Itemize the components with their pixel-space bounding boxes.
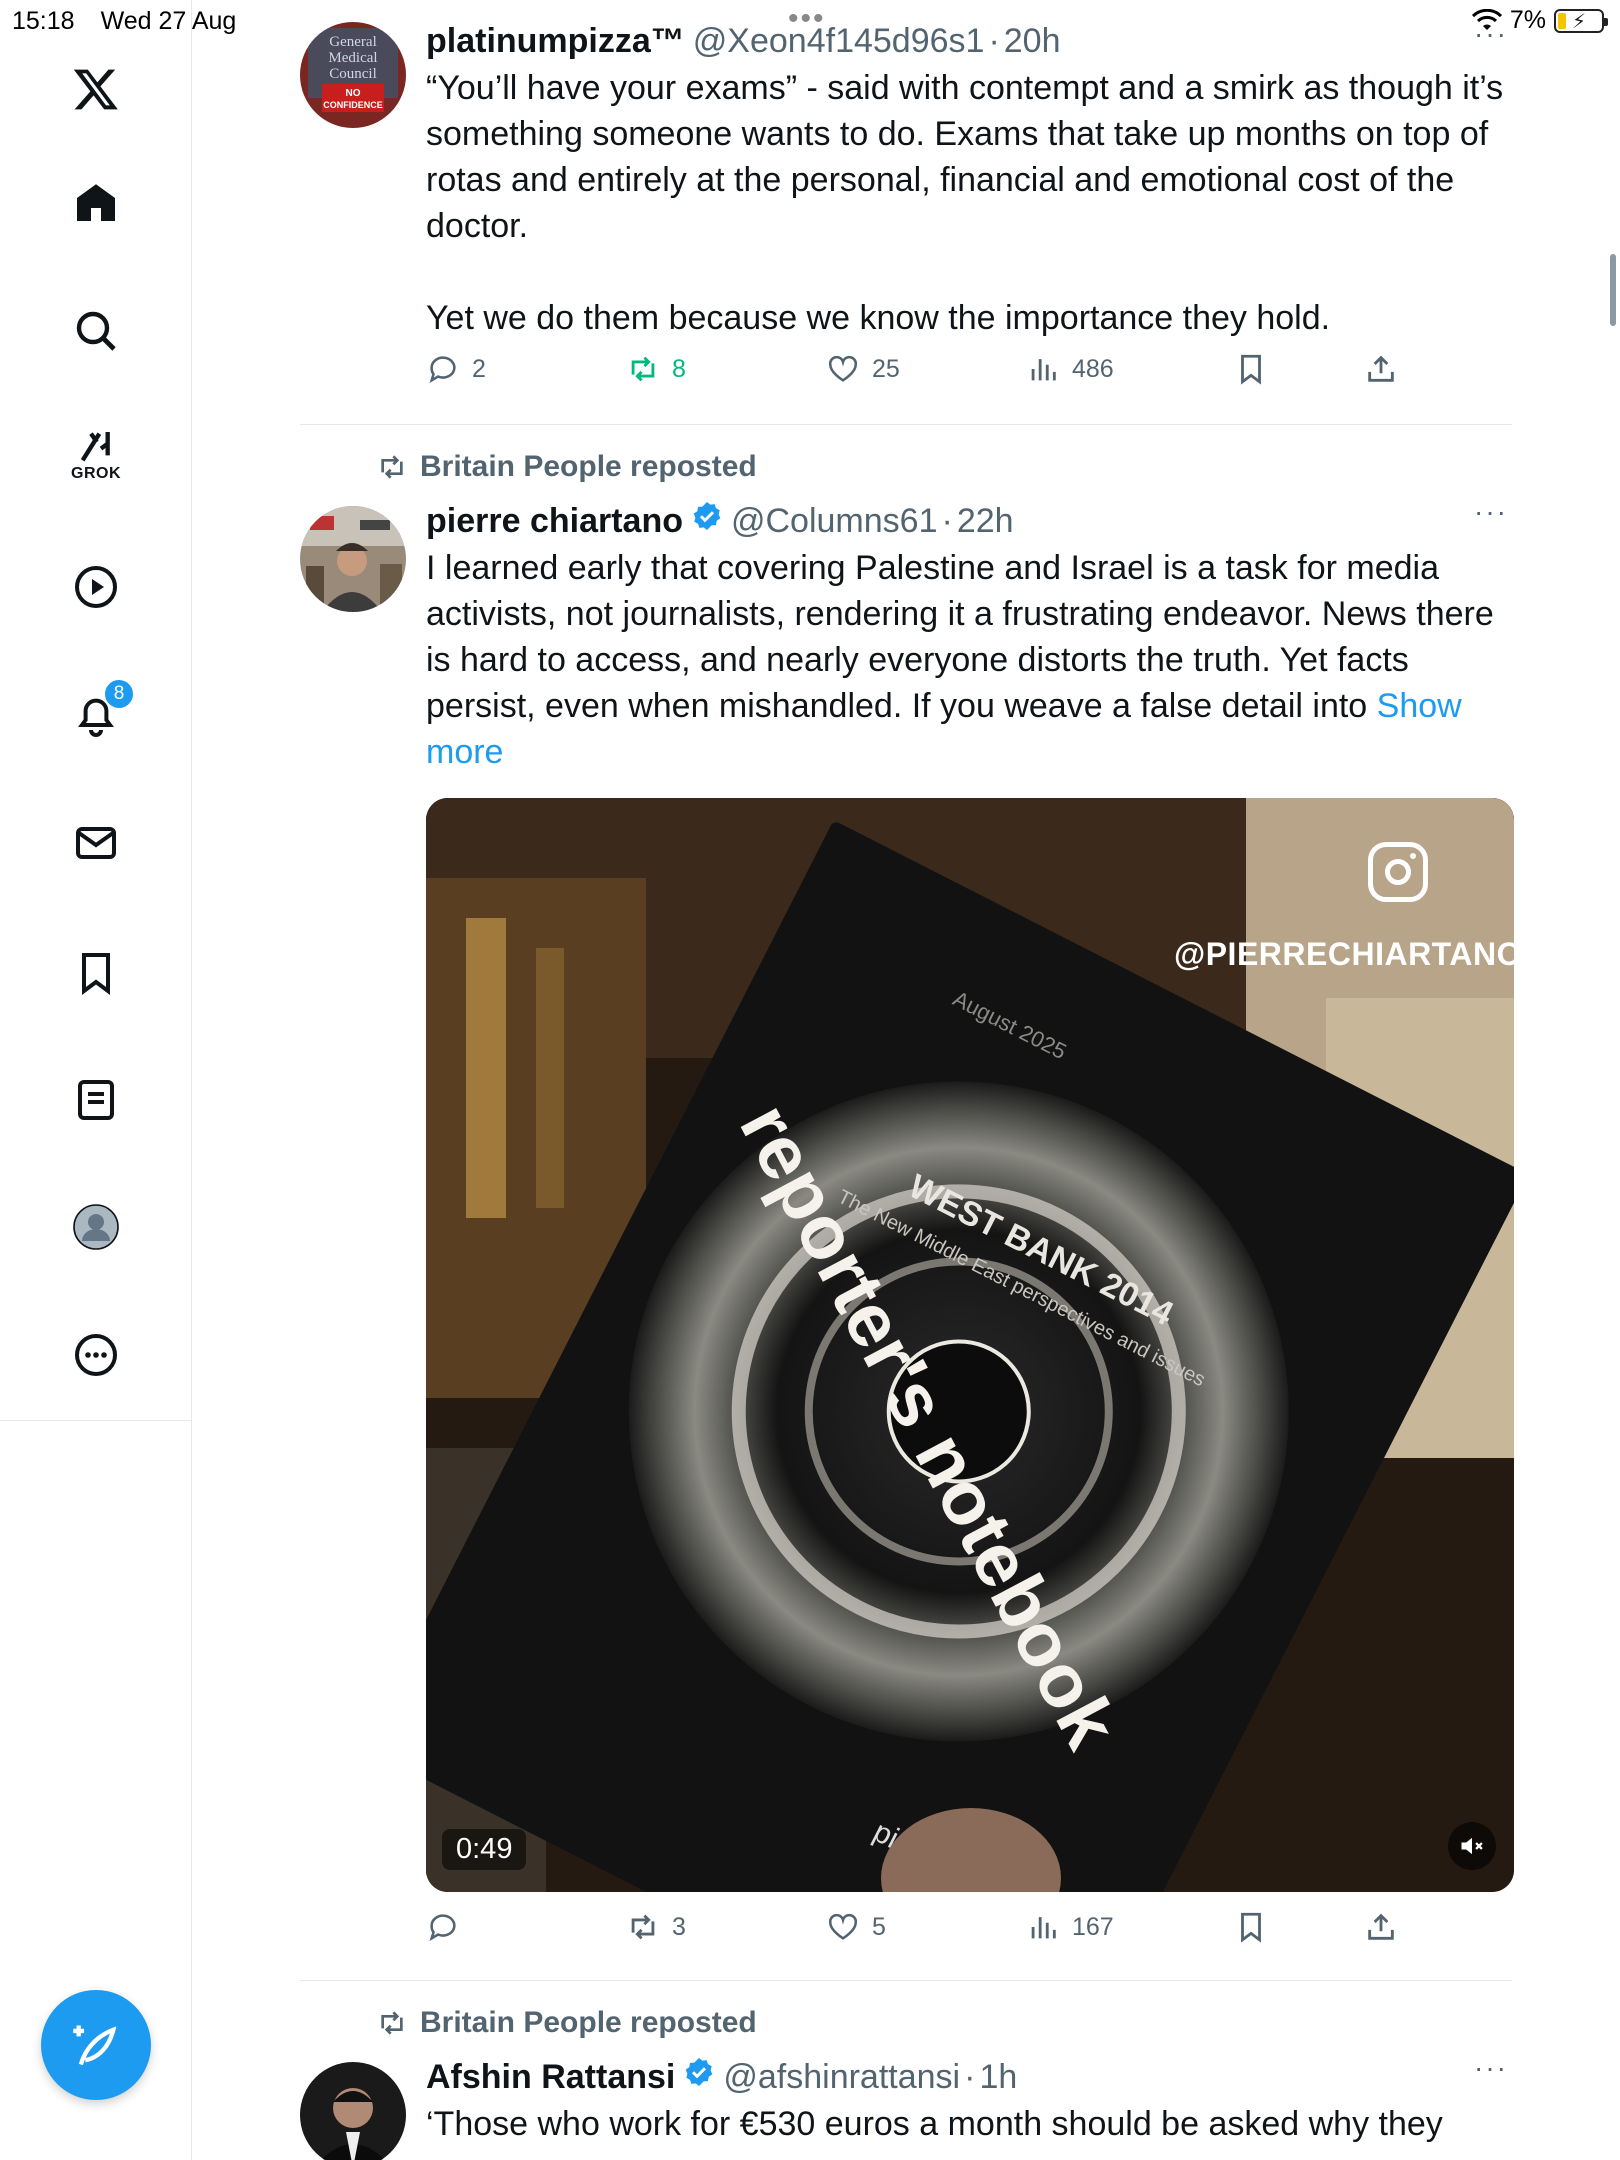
notifications-badge: 8 [103,678,135,710]
views-icon [1031,1917,1056,1939]
like-button[interactable]: 25 [826,352,900,386]
avatar-text-confidence: CONFIDENCE [323,100,383,110]
repost-icon [381,455,403,479]
author-name[interactable]: pierre chiartano [426,502,683,541]
lists-icon[interactable] [51,1055,141,1145]
share-icon [1368,355,1394,382]
tweet-actions: 3 5 167 [426,1910,1426,1960]
x-logo-icon[interactable] [51,44,141,134]
grok-label: GROK [71,465,121,482]
avatar-text-medical: Medical [328,50,377,66]
author-name[interactable]: Afshin Rattansi [426,2058,675,2097]
share-icon [1368,1913,1394,1940]
video-duration: 0:49 [442,1829,527,1870]
avatar-text-council: Council [329,66,377,82]
tweet-actions: 2 8 25 486 [426,352,1426,402]
reply-icon [429,1914,456,1942]
like-count: 5 [872,1912,886,1941]
bookmark-icon [1241,354,1261,385]
author-handle[interactable]: @Columns61 [731,502,938,541]
repost-context-label: Britain People reposted [420,450,757,483]
post-time[interactable]: 22h [957,502,1014,541]
instagram-icon [1368,842,1428,902]
more-options-icon[interactable]: ··· [1474,2052,1508,2084]
views-count: 167 [1072,1912,1114,1941]
heart-icon [828,355,858,382]
repost-icon [631,356,655,382]
mute-button[interactable] [1448,1822,1496,1870]
tweet-divider [300,424,1512,425]
tweet-divider [300,1980,1512,1981]
repost-context[interactable]: Britain People reposted [376,2006,757,2040]
reply-button[interactable] [426,1910,472,1944]
video-icon[interactable] [51,542,141,632]
battery-icon: ⚡ [1554,8,1608,33]
video-player[interactable]: WEST BANK 2014 The New Middle East persp… [426,798,1514,1892]
tweet-text: ‘Those who work for €530 euros a month s… [426,2105,1443,2143]
bookmark-icon [1241,1912,1261,1943]
avatar-text-no: NO [346,88,361,99]
tweet-text: “You’ll have your exams” - said with con… [426,69,1504,337]
bookmark-button[interactable] [1234,1910,1268,1944]
bookmark-button[interactable] [1234,352,1268,386]
heart-icon [828,1913,858,1940]
sidebar-divider [0,1420,192,1421]
time-separator: · [964,2058,976,2096]
verified-badge-icon [693,502,721,530]
views-count: 486 [1072,354,1114,383]
repost-context-label: Britain People reposted [420,2006,757,2039]
post-time[interactable]: 20h [1004,22,1061,61]
repost-button[interactable]: 3 [626,1910,686,1944]
tweet-text: I learned early that covering Palestine … [426,545,1512,775]
author-handle[interactable]: @Xeon4f145d96s1 [693,22,985,61]
notifications-icon[interactable]: 8 [51,670,141,760]
avatar[interactable] [300,506,406,612]
messages-icon[interactable] [51,798,141,888]
instagram-handle: @PIERRECHIARTANO [1174,936,1514,972]
sidebar: GROK 8 [0,0,192,2160]
battery-percent: 7% [1509,6,1546,34]
repost-icon [381,2011,403,2035]
profile-avatar-icon[interactable] [51,1182,141,1272]
grok-icon[interactable]: GROK [51,410,141,500]
time-separator: · [988,22,1000,60]
repost-button[interactable]: 8 [626,352,686,386]
repost-icon [631,1914,655,1940]
like-count: 25 [872,354,900,383]
avatar[interactable] [300,2062,406,2160]
share-button[interactable] [1364,1910,1398,1944]
more-options-icon[interactable]: ··· [1474,18,1508,50]
share-button[interactable] [1364,352,1398,386]
compose-feather-icon [73,2025,117,2066]
bookmarks-icon[interactable] [51,928,141,1018]
views-icon [1031,359,1056,381]
repost-context[interactable]: Britain People reposted [376,450,757,484]
tweet-text-body: I learned early that covering Palestine … [426,549,1504,725]
reply-button[interactable]: 2 [426,352,486,386]
like-button[interactable]: 5 [826,1910,886,1944]
repost-count: 3 [672,1912,686,1941]
post-time[interactable]: 1h [979,2058,1017,2097]
reply-icon [429,356,456,384]
scrollbar[interactable] [1610,254,1616,326]
verified-badge-icon [686,2058,713,2086]
muted-speaker-icon [1461,1837,1483,1855]
avatar-text-general: General [329,34,376,50]
repost-count: 8 [672,354,686,383]
more-options-icon[interactable]: ··· [1474,496,1508,528]
views-button[interactable]: 486 [1026,352,1114,386]
compose-post-button[interactable] [41,1990,151,2100]
search-icon[interactable] [51,286,141,376]
time-separator: · [941,502,953,540]
home-icon[interactable] [51,158,141,248]
reply-count: 2 [472,354,486,383]
author-handle[interactable]: @afshinrattansi [723,2058,960,2097]
avatar[interactable]: General Medical Council NO CONFIDENCE [300,22,406,128]
views-button[interactable]: 167 [1026,1910,1114,1944]
author-name[interactable]: platinumpizza™ [426,22,685,61]
more-options-icon[interactable] [51,1310,141,1400]
